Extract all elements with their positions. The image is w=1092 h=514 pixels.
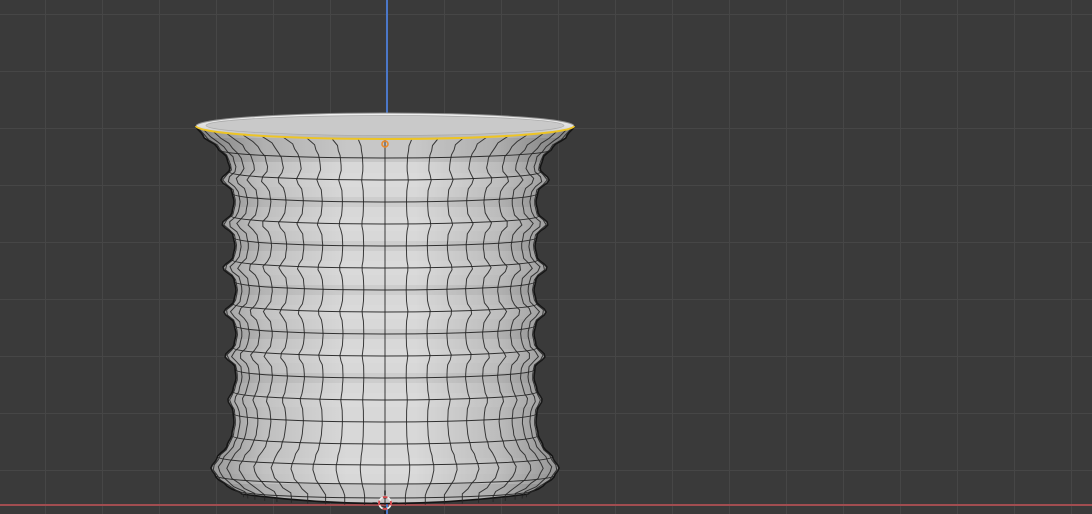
scene-svg: [185, 112, 585, 514]
viewport[interactable]: [0, 0, 1092, 514]
mesh-object[interactable]: [185, 112, 585, 505]
